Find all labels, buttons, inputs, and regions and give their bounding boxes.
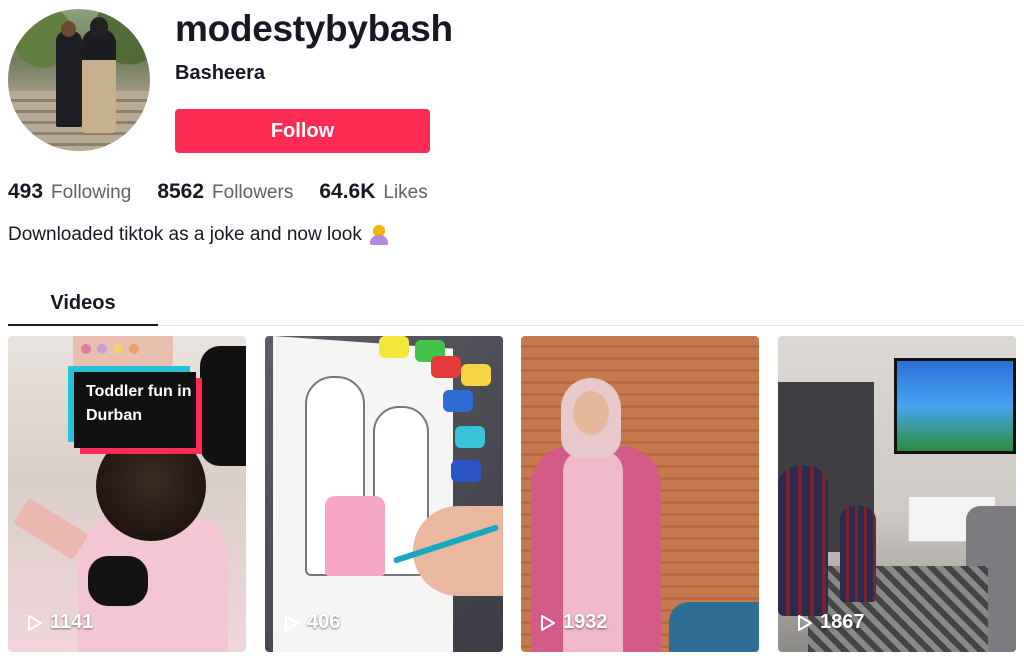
- tab-active-underline: [8, 324, 158, 326]
- stat-likes-label: Likes: [383, 182, 428, 203]
- video-card[interactable]: Toddler fun in Durban 1141: [8, 336, 246, 652]
- video-card[interactable]: 1867: [778, 336, 1016, 652]
- video-card[interactable]: 1932: [521, 336, 759, 652]
- profile-bio-text: Downloaded tiktok as a joke and now look: [8, 224, 362, 245]
- play-icon: [798, 614, 812, 631]
- video-views: 1141: [50, 611, 94, 633]
- stat-following[interactable]: 493 Following: [8, 180, 131, 204]
- stat-likes: 64.6K Likes: [319, 180, 427, 204]
- play-icon: [541, 614, 555, 631]
- play-icon: [285, 614, 299, 631]
- tab-videos[interactable]: Videos: [8, 280, 158, 326]
- profile-stats: 493 Following 8562 Followers 64.6K Likes: [8, 180, 454, 204]
- follow-button[interactable]: Follow: [175, 109, 430, 153]
- stat-following-label: Following: [51, 182, 132, 203]
- stat-likes-count: 64.6K: [319, 180, 376, 203]
- video-view-count: 1932: [539, 611, 608, 634]
- stat-followers[interactable]: 8562 Followers: [157, 180, 293, 204]
- profile-bio: Downloaded tiktok as a joke and now look: [8, 224, 388, 246]
- video-views: 1932: [563, 611, 608, 633]
- video-card[interactable]: 406: [265, 336, 503, 652]
- play-icon: [28, 614, 42, 631]
- video-grid: Toddler fun in Durban 1141 406 1932 1867: [8, 336, 1024, 656]
- profile-avatar[interactable]: [8, 9, 150, 151]
- video-view-count: 406: [283, 611, 340, 634]
- person-facepalming-emoji-icon: [369, 225, 388, 245]
- video-overlay-text: Toddler fun in Durban: [74, 372, 196, 448]
- video-views: 406: [307, 611, 341, 633]
- profile-tabs: Videos: [8, 280, 1024, 326]
- profile-username: modestybybash: [175, 8, 453, 49]
- stat-followers-label: Followers: [212, 182, 294, 203]
- profile-display-name: Basheera: [175, 62, 266, 84]
- video-view-count: 1141: [26, 611, 93, 634]
- video-views: 1867: [820, 611, 865, 633]
- stat-followers-count: 8562: [157, 180, 205, 203]
- stat-following-count: 493: [8, 180, 44, 203]
- video-view-count: 1867: [796, 611, 865, 634]
